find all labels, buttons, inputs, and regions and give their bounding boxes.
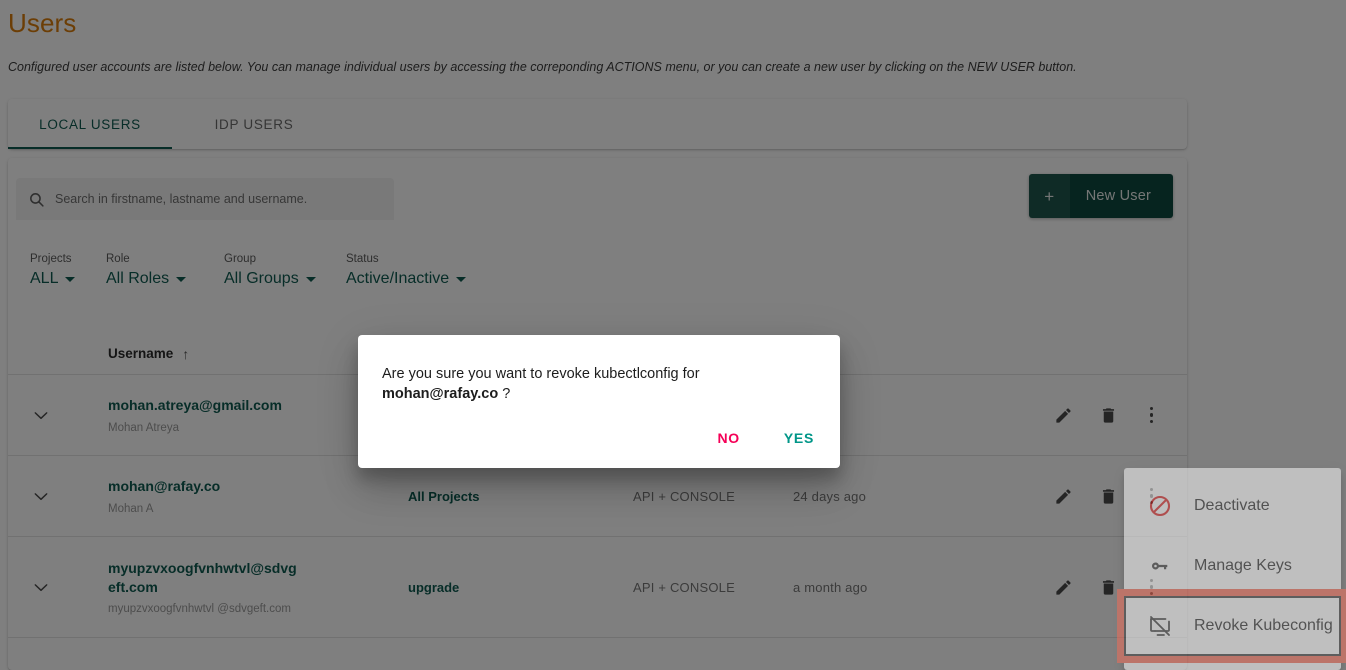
dialog-message-target: mohan@rafay.co xyxy=(382,386,499,403)
context-menu-item-deactivate[interactable]: Deactivate xyxy=(1124,476,1341,536)
dialog-no-button[interactable]: NO xyxy=(709,424,747,452)
block-icon xyxy=(1149,495,1171,517)
desktop-off-icon xyxy=(1150,616,1170,636)
revoke-kubeconfig-dialog: Are you sure you want to revoke kubectlc… xyxy=(358,335,840,468)
context-menu-item-revoke-kubeconfig[interactable]: Revoke Kubeconfig xyxy=(1124,596,1341,656)
dialog-yes-button[interactable]: YES xyxy=(776,424,822,452)
context-menu-item-deactivate-label: Deactivate xyxy=(1194,497,1270,514)
context-menu-item-manage-keys[interactable]: Manage Keys xyxy=(1124,536,1341,596)
dialog-message-suffix: ? xyxy=(498,386,511,403)
context-menu-item-revoke-kubeconfig-label: Revoke Kubeconfig xyxy=(1194,617,1333,634)
key-icon xyxy=(1151,562,1168,570)
dialog-message-prefix: Are you sure you want to revoke kubectlc… xyxy=(382,366,700,382)
dialog-message: Are you sure you want to revoke kubectlc… xyxy=(358,335,840,405)
context-menu-item-manage-keys-label: Manage Keys xyxy=(1194,557,1292,574)
row-actions-context-menu: Deactivate Manage Keys Revoke Kubeconfig xyxy=(1124,468,1341,670)
dialog-actions: NO YES xyxy=(709,424,822,452)
